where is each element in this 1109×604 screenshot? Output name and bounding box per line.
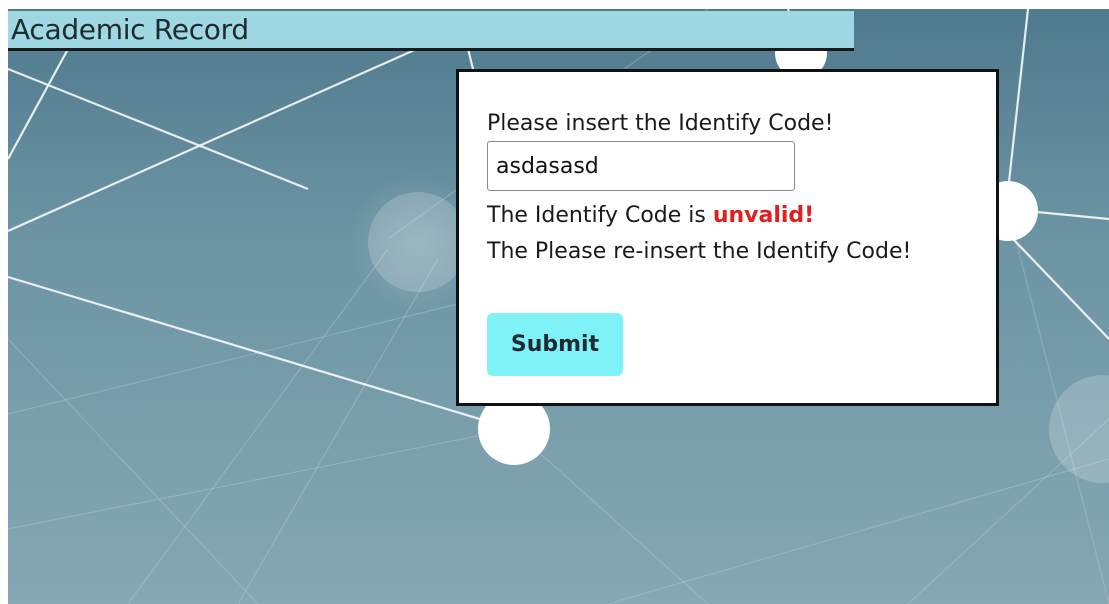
- error-message: The Identify Code is unvalid!: [487, 202, 814, 230]
- header-bar: Academic Record: [8, 11, 854, 51]
- identify-code-input[interactable]: [487, 141, 795, 191]
- error-prefix: The Identify Code is: [487, 203, 713, 228]
- identify-code-dialog: Please insert the Identify Code! The Ide…: [456, 69, 999, 406]
- reinsert-message: The Please re-insert the Identify Code!: [487, 239, 912, 264]
- submit-button[interactable]: Submit: [487, 313, 623, 376]
- error-highlight: unvalid!: [712, 203, 815, 228]
- page-title: Academic Record: [11, 13, 249, 46]
- prompt-label: Please insert the Identify Code!: [487, 111, 834, 136]
